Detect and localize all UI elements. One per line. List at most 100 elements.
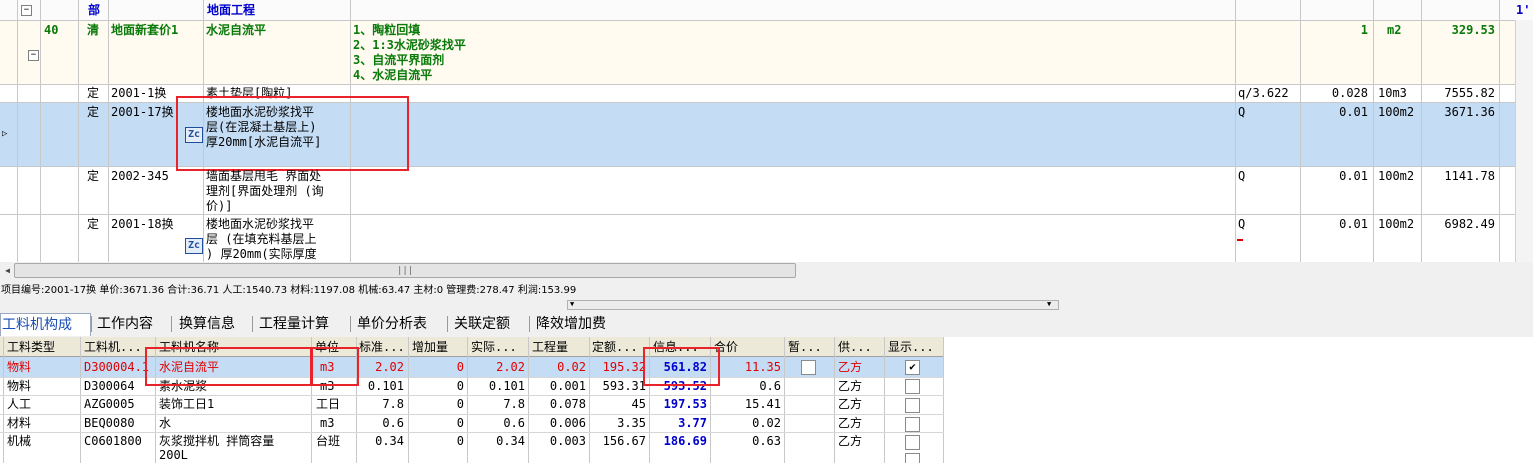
status-bar: 项目编号:2001-17换 单价:3671.36 合计:36.71 人工:154… (0, 282, 1533, 300)
resource-total: 15.41 (744, 397, 781, 411)
display-checkbox[interactable] (905, 417, 920, 432)
tab-quantity-calc[interactable]: 工程量计算 (259, 313, 329, 335)
resource-quantity: 0.006 (549, 416, 586, 430)
sub-item-qty: 0.01 (1339, 169, 1368, 183)
col-header-display[interactable]: 显示... (888, 340, 934, 354)
sub-item-code: 2001-18换 (111, 217, 174, 231)
col-header-quantity[interactable]: 工程量 (532, 340, 568, 354)
resource-actual: 7.8 (503, 397, 525, 411)
resource-supply: 乙方 (838, 360, 863, 374)
col-header-code[interactable]: 工料机... (84, 340, 142, 354)
col-header-actual[interactable]: 实际... (471, 340, 517, 354)
resource-type: 人工 (7, 397, 32, 411)
tab-efficiency-fees[interactable]: 降效增加费 (536, 313, 606, 335)
main-item-unit: m2 (1387, 23, 1402, 37)
col-header-standard[interactable]: 标准... (359, 340, 405, 354)
resource-type: 机械 (7, 434, 32, 448)
scrollbar-thumb[interactable]: ||| (14, 263, 796, 278)
display-checkbox[interactable] (905, 435, 920, 450)
main-item-feature: 3、自流平界面剂 (353, 53, 445, 67)
tab-divider (447, 316, 448, 332)
sub-item-price: 1141.78 (1444, 169, 1495, 183)
main-item-code: 地面新套价1 (111, 23, 179, 37)
resource-quantity: 0.02 (557, 360, 586, 374)
resource-info-price[interactable]: 3.77 (649, 416, 707, 430)
resource-info-price[interactable]: 197.53 (649, 397, 707, 411)
tab-conversion-info[interactable]: 换算信息 (179, 313, 235, 335)
temp-checkbox[interactable] (801, 360, 816, 375)
red-marker (1237, 239, 1243, 241)
col-header-supply[interactable]: 供... (838, 340, 872, 354)
col-header-temp[interactable]: 暂... (788, 340, 822, 354)
resource-standard: 0.34 (375, 434, 404, 448)
resource-type: 物料 (7, 379, 32, 393)
tab-divider (529, 316, 530, 332)
annotation-box-name (145, 347, 312, 386)
zc-material-icon[interactable]: Zc (185, 238, 203, 254)
tab-unit-price-analysis[interactable]: 单价分析表 (357, 313, 427, 335)
horizontal-scrollbar[interactable]: ◀ ||| (0, 262, 1533, 279)
main-item-index: 40 (44, 23, 59, 37)
resource-info-price[interactable]: 186.69 (649, 434, 707, 448)
splitter-arrow-icon: ▼ (570, 300, 575, 308)
tab-related-quotas[interactable]: 关联定额 (454, 313, 510, 335)
sub-item-unit: 10m3 (1378, 86, 1407, 100)
resource-quota-price: 3.35 (617, 416, 646, 430)
main-item-qty: 1 (1360, 23, 1368, 37)
status-text: 项目编号:2001-17换 单价:3671.36 合计:36.71 人工:154… (1, 285, 577, 296)
tab-divider (350, 316, 351, 332)
sub-item-code: 2002-345 (111, 169, 169, 183)
splitter[interactable]: ▼ ▼ (567, 300, 1059, 310)
col-header-added[interactable]: 增加量 (412, 340, 448, 354)
main-item-type: 清 (87, 23, 100, 37)
resource-unit: m3 (320, 416, 335, 430)
annotation-box-unit (311, 347, 359, 386)
display-checkbox[interactable] (905, 379, 920, 394)
sub-item-type: 定 (87, 105, 100, 119)
resource-quota-price: 593.31 (602, 379, 646, 393)
resource-name[interactable]: 灰浆搅拌机 拌筒容量 (159, 434, 274, 448)
resource-quota-price: 45 (631, 397, 646, 411)
resource-quota-price: 156.67 (602, 434, 646, 448)
expand-toggle[interactable]: − (28, 50, 39, 61)
display-checkbox-extra[interactable] (905, 453, 920, 463)
sub-item-qty-expr: Q (1238, 217, 1246, 231)
vertical-scrollbar[interactable] (1515, 20, 1533, 262)
main-item-feature: 4、水泥自流平 (353, 68, 433, 82)
tab-divider (252, 316, 253, 332)
resource-name[interactable]: 装饰工日1 (159, 397, 214, 411)
tab-work-content[interactable]: 工作内容 (97, 313, 153, 335)
sub-item-name: 层 (在填充料基层上 (206, 232, 317, 246)
tab-resource-composition[interactable]: 工料机构成 (0, 313, 91, 336)
sub-item-unit: 100m2 (1378, 217, 1415, 231)
tab-divider (171, 316, 172, 332)
sub-item-name: 价)] (206, 199, 233, 213)
resource-unit: 台班 (316, 434, 341, 448)
collapse-toggle[interactable]: − (21, 5, 32, 16)
sub-item-name: ) 厚20mm(实际厚度 (206, 247, 317, 261)
resource-actual: 2.02 (496, 360, 525, 374)
resource-added: 0 (456, 379, 464, 393)
sub-item-qty: 0.01 (1339, 217, 1368, 231)
col-header-quota[interactable]: 定额... (592, 340, 638, 354)
sub-item-code: 2001-17换 (111, 105, 174, 119)
display-checkbox[interactable] (905, 398, 920, 413)
resource-total: 0.02 (752, 416, 781, 430)
resource-actual: 0.101 (488, 379, 525, 393)
scroll-left-arrow[interactable]: ◀ (1, 264, 14, 277)
splitter-arrow-icon: ▼ (1047, 300, 1052, 308)
resource-unit: 工日 (316, 397, 341, 411)
resource-added: 0 (456, 434, 464, 448)
resource-added: 0 (456, 397, 464, 411)
sub-item-price: 6982.49 (1444, 217, 1495, 231)
tab-divider (91, 316, 92, 332)
col-header-type[interactable]: 工料类型 (7, 340, 55, 354)
main-item-price: 329.53 (1451, 23, 1495, 37)
display-checkbox[interactable]: ✔ (905, 360, 920, 375)
resource-name[interactable]: 水 (159, 416, 171, 430)
resource-code: D300004.1 (84, 360, 150, 374)
sub-item-unit: 100m2 (1378, 169, 1415, 183)
resource-supply: 乙方 (838, 416, 863, 430)
resource-supply: 乙方 (838, 434, 863, 448)
sub-item-price: 7555.82 (1444, 86, 1495, 100)
